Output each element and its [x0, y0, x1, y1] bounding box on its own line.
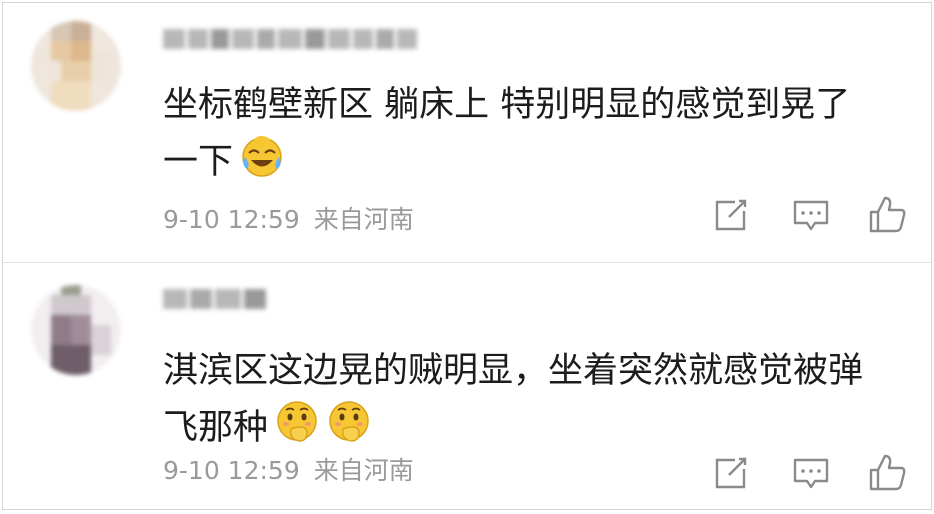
comment-text-line: 坐标鹤壁新区 躺床上 特别明显的感觉到晃了	[163, 85, 851, 125]
like-button[interactable]	[865, 451, 909, 495]
thumbs-up-icon	[869, 196, 906, 233]
comment-location: 来自河南	[313, 456, 414, 485]
comment-text-line: 飞那种	[163, 408, 269, 448]
comment-actions	[709, 193, 909, 237]
like-button[interactable]	[865, 193, 909, 237]
share-icon	[715, 199, 747, 231]
thumbs-up-icon	[869, 454, 906, 491]
comment-icon	[793, 200, 829, 231]
comment-text-line: 一下	[163, 142, 234, 182]
comment-text-line: 淇滨区这边晃的贼明显，坐着突然就感觉被弹	[163, 351, 864, 391]
reply-button[interactable]	[789, 451, 833, 495]
comment-actions	[709, 451, 909, 495]
divider	[3, 262, 931, 263]
comment-time: 9-10 12:59	[163, 456, 300, 485]
comment-item: 坐标鹤壁新区 躺床上 特别明显的感觉到晃了 一下 9-10 12:59 来自河南	[3, 3, 931, 261]
reply-button[interactable]	[789, 193, 833, 237]
comment-time: 9-10 12:59	[163, 205, 300, 234]
comment-icon	[793, 458, 829, 489]
avatar[interactable]	[31, 21, 121, 111]
comment-location: 来自河南	[313, 205, 414, 234]
username-blurred[interactable]	[163, 289, 273, 315]
comment-list: 坐标鹤壁新区 躺床上 特别明显的感觉到晃了 一下 9-10 12:59 来自河南	[2, 2, 932, 510]
username-blurred[interactable]	[163, 29, 425, 55]
share-button[interactable]	[709, 451, 753, 495]
comment-meta: 9-10 12:59 来自河南	[163, 451, 414, 487]
comment-meta: 9-10 12:59 来自河南	[163, 200, 414, 236]
comment-item: 淇滨区这边晃的贼明显，坐着突然就感觉被弹 飞那种 9-10 12:59 来自河南	[3, 265, 931, 511]
comment-text: 坐标鹤壁新区 躺床上 特别明显的感觉到晃了 一下	[163, 77, 903, 196]
share-icon	[715, 457, 747, 489]
laughing-crying-emoji-icon	[239, 133, 285, 196]
share-button[interactable]	[709, 193, 753, 237]
avatar[interactable]	[31, 285, 121, 375]
comment-text: 淇滨区这边晃的贼明显，坐着突然就感觉被弹 飞那种	[163, 343, 903, 462]
